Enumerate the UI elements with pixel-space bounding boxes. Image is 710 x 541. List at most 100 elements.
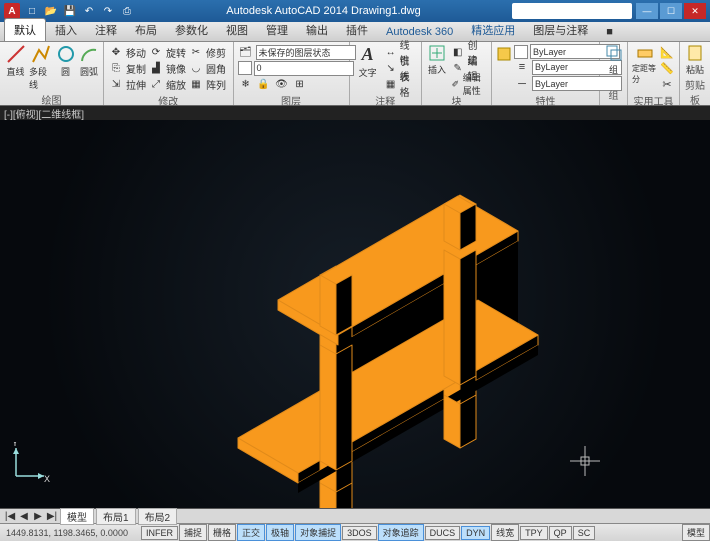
status-polar[interactable]: 极轴 xyxy=(266,524,294,541)
layer-btn4-icon[interactable]: ⊞ xyxy=(292,76,308,92)
app-menu-button[interactable]: A xyxy=(4,3,20,19)
tab-layout2[interactable]: 布局2 xyxy=(138,508,178,525)
edit-attr-icon[interactable]: ✐ xyxy=(450,76,461,92)
tab-default[interactable]: 默认 xyxy=(4,18,46,41)
color-swatch[interactable] xyxy=(514,45,528,59)
tab-layout1[interactable]: 布局1 xyxy=(96,508,136,525)
scale-label[interactable]: 缩放 xyxy=(166,77,186,92)
group-button[interactable]: 组 xyxy=(604,44,623,76)
insert-label: 插入 xyxy=(428,63,446,76)
table-icon[interactable]: ▦ xyxy=(384,76,398,92)
dim-linear-icon[interactable]: ↔ xyxy=(384,44,398,60)
create-block-icon[interactable]: ◧ xyxy=(450,44,466,60)
tab-annotate[interactable]: 注释 xyxy=(86,19,126,41)
tab-a360[interactable]: Autodesk 360 xyxy=(377,23,462,41)
move-label[interactable]: 移动 xyxy=(126,45,146,60)
status-osnap[interactable]: 对象捕捉 xyxy=(295,524,341,541)
tab-focus[interactable]: ■ xyxy=(597,23,622,41)
tab-plugins[interactable]: 插件 xyxy=(337,19,377,41)
layer-dropdown[interactable]: 0 xyxy=(254,61,354,76)
minimize-button[interactable]: — xyxy=(636,3,658,19)
polyline-button[interactable]: 多段线 xyxy=(29,44,52,91)
layer-prop-icon[interactable]: 🗂 xyxy=(238,44,254,60)
layer-btn1-icon[interactable]: ❄ xyxy=(238,76,254,92)
status-lwt[interactable]: 线宽 xyxy=(491,524,519,541)
leader-icon[interactable]: ↘ xyxy=(384,60,398,76)
status-3dos[interactable]: 3DOS xyxy=(342,526,377,540)
array-icon[interactable]: ▦ xyxy=(188,76,204,92)
status-infer[interactable]: INFER xyxy=(141,526,178,540)
tab-output[interactable]: 输出 xyxy=(297,19,337,41)
trim-label[interactable]: 修剪 xyxy=(206,45,226,60)
match-prop-button[interactable] xyxy=(496,44,512,64)
scale-icon[interactable]: ⤢ xyxy=(148,76,164,92)
circle-button[interactable]: 圆 xyxy=(54,44,77,78)
status-bar: 1449.8131, 1198.3465, 0.0000 INFER 捕捉 栅格… xyxy=(0,523,710,541)
layout-prev-button[interactable]: ◀ xyxy=(18,511,30,522)
tab-manage[interactable]: 管理 xyxy=(257,19,297,41)
drawing-area[interactable]: Y X xyxy=(0,120,710,508)
rotate-label[interactable]: 旋转 xyxy=(166,45,186,60)
rotate-icon[interactable]: ⟳ xyxy=(148,44,164,60)
copy-label[interactable]: 复制 xyxy=(126,61,146,76)
trim-icon[interactable]: ✂ xyxy=(188,44,204,60)
layout-last-button[interactable]: ▶| xyxy=(46,511,58,522)
mirror-label[interactable]: 镜像 xyxy=(166,61,186,76)
status-grid[interactable]: 栅格 xyxy=(208,524,236,541)
status-qp[interactable]: QP xyxy=(549,526,572,540)
status-tpy[interactable]: TPY xyxy=(520,526,548,540)
layer-color-swatch[interactable] xyxy=(238,61,252,75)
status-dyn[interactable]: DYN xyxy=(461,526,490,540)
text-label: 文字 xyxy=(359,66,377,79)
ribbon: 直线 多段线 圆 圆弧 绘图 ✥移动 ⟳旋转 ✂修剪 xyxy=(0,42,710,106)
layer-btn3-icon[interactable]: 👁 xyxy=(274,76,290,92)
tab-view[interactable]: 视图 xyxy=(217,19,257,41)
search-input[interactable] xyxy=(512,3,632,19)
array-label[interactable]: 阵列 xyxy=(206,77,226,92)
util-icon-2[interactable]: 📏 xyxy=(659,60,675,76)
util-icon-1[interactable]: 📐 xyxy=(659,44,675,60)
util-icon-3[interactable]: ✂ xyxy=(659,76,675,92)
status-ortho[interactable]: 正交 xyxy=(237,524,265,541)
tab-model[interactable]: 模型 xyxy=(60,508,94,525)
coord-readout: 1449.8131, 1198.3465, 0.0000 xyxy=(0,528,140,538)
tab-layer-anno[interactable]: 图层与注释 xyxy=(524,19,597,41)
move-icon[interactable]: ✥ xyxy=(108,44,124,60)
quick-access-toolbar: □ 📂 💾 ↶ ↷ ⎙ xyxy=(24,3,135,19)
copy-icon[interactable]: ⎘ xyxy=(108,60,124,76)
maximize-button[interactable]: ☐ xyxy=(660,3,682,19)
qat-open-icon[interactable]: 📂 xyxy=(43,3,59,19)
layer-btn2-icon[interactable]: 🔒 xyxy=(256,76,272,92)
close-button[interactable]: ✕ xyxy=(684,3,706,19)
qat-print-icon[interactable]: ⎙ xyxy=(119,3,135,19)
stretch-label[interactable]: 拉伸 xyxy=(126,77,146,92)
qat-save-icon[interactable]: 💾 xyxy=(62,3,78,19)
drawing-object[interactable] xyxy=(208,180,578,508)
line-button[interactable]: 直线 xyxy=(4,44,27,78)
qat-new-icon[interactable]: □ xyxy=(24,3,40,19)
status-model[interactable]: 模型 xyxy=(682,524,710,541)
arc-button[interactable]: 圆弧 xyxy=(79,44,99,78)
insert-block-button[interactable]: 插入 xyxy=(426,44,448,76)
tab-insert[interactable]: 插入 xyxy=(46,19,86,41)
tab-parametric[interactable]: 参数化 xyxy=(166,19,217,41)
qat-redo-icon[interactable]: ↷ xyxy=(100,3,116,19)
fillet-icon[interactable]: ◡ xyxy=(188,60,204,76)
paste-button[interactable]: 粘贴 xyxy=(684,44,706,76)
layer-state-dropdown[interactable]: 未保存的图层状态 xyxy=(256,45,356,60)
status-sc[interactable]: SC xyxy=(573,526,596,540)
mirror-icon[interactable]: ▟ xyxy=(148,60,164,76)
layout-next-button[interactable]: ▶ xyxy=(32,511,44,522)
tab-layout[interactable]: 布局 xyxy=(126,19,166,41)
status-snap[interactable]: 捕捉 xyxy=(179,524,207,541)
lineweight-icon: ≡ xyxy=(514,59,530,75)
layout-first-button[interactable]: |◀ xyxy=(4,511,16,522)
fillet-label[interactable]: 圆角 xyxy=(206,61,226,76)
stretch-icon[interactable]: ⇲ xyxy=(108,76,124,92)
qat-undo-icon[interactable]: ↶ xyxy=(81,3,97,19)
status-ducs[interactable]: DUCS xyxy=(425,526,461,540)
panel-layer-title: 图层 xyxy=(238,92,345,109)
text-button[interactable]: A 文字 xyxy=(354,44,382,79)
measure-button[interactable]: 定距等分 xyxy=(632,44,657,85)
status-otrack[interactable]: 对象追踪 xyxy=(378,524,424,541)
